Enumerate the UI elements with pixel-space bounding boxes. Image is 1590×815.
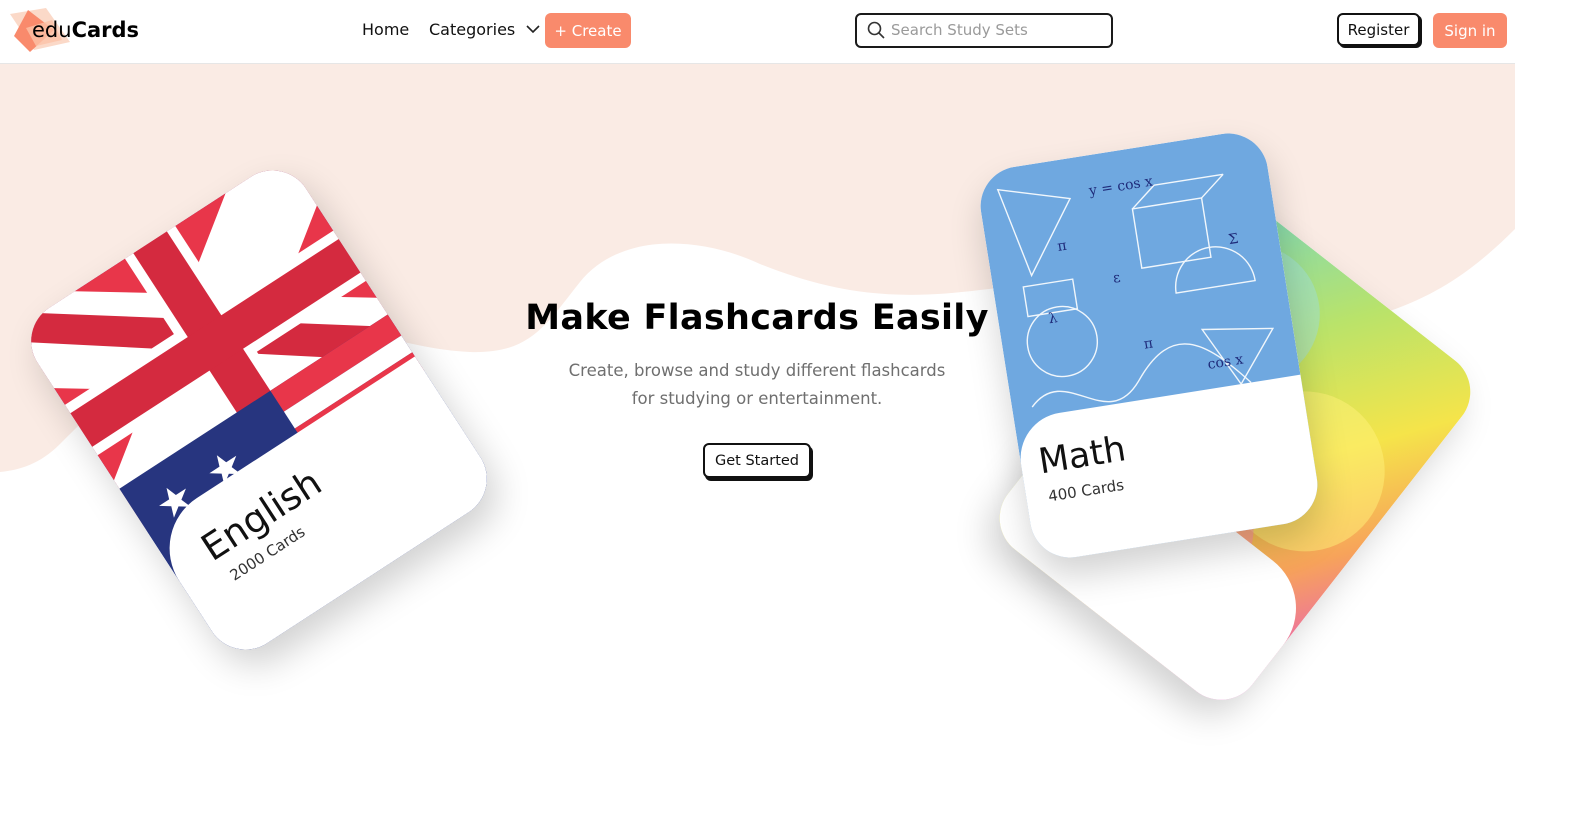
- brand-name: eduCards: [32, 18, 139, 42]
- search-input[interactable]: [891, 19, 1103, 41]
- card-title: Math: [1035, 429, 1129, 483]
- register-button[interactable]: Register: [1337, 13, 1420, 46]
- nav-categories-label: Categories: [429, 20, 516, 39]
- brand-name-light: edu: [32, 18, 72, 42]
- search-icon: [867, 21, 885, 39]
- brand-logo[interactable]: eduCards: [8, 6, 148, 56]
- get-started-button[interactable]: Get Started: [703, 443, 811, 478]
- page: eduCards Home Categories + Create Regist…: [0, 0, 1590, 815]
- nav-categories-dropdown[interactable]: Categories: [429, 20, 540, 39]
- hero-title: Make Flashcards Easily: [525, 298, 989, 338]
- chevron-down-icon: [526, 24, 540, 33]
- hero-subtitle: Create, browse and study different flash…: [557, 357, 957, 413]
- create-button[interactable]: + Create: [545, 13, 631, 48]
- flashcard-math[interactable]: y = cos x cos x π π λ y=3x+6 ∞ ε Σ Math …: [974, 127, 1324, 564]
- hero-subtitle-line1: Create, browse and study different flash…: [568, 361, 946, 380]
- search-box[interactable]: [855, 13, 1113, 48]
- signin-button[interactable]: Sign in: [1433, 13, 1507, 48]
- nav-home-link[interactable]: Home: [362, 20, 409, 39]
- navbar: eduCards Home Categories + Create Regist…: [0, 0, 1515, 64]
- hero-subtitle-line2: for studying or entertainment.: [631, 389, 883, 408]
- card-count: 400 Cards: [1046, 475, 1126, 506]
- brand-name-bold: Cards: [71, 18, 140, 42]
